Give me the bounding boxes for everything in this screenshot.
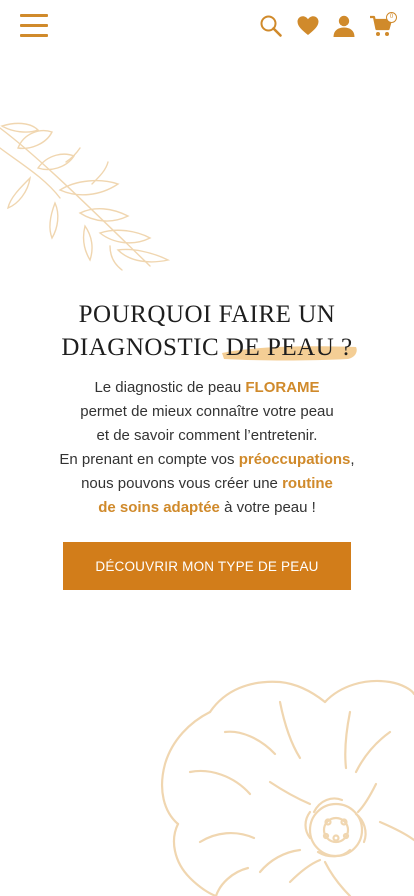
brand-name: FLORAME — [245, 379, 320, 396]
routine-highlight-2: de soins adaptée — [98, 499, 220, 516]
title-line-2-end: DE PEAU ? — [225, 334, 353, 361]
header: 0 — [0, 0, 414, 56]
user-icon[interactable] — [332, 14, 356, 38]
search-icon[interactable] — [259, 14, 283, 38]
title-line-1: POURQUOI FAIRE UN — [78, 301, 336, 328]
cart-count-badge: 0 — [386, 12, 397, 23]
title-highlight: DE PEAU ? — [221, 331, 357, 364]
discover-skin-type-button[interactable]: DÉCOUVRIR MON TYPE DE PEAU — [63, 542, 351, 590]
desc-line-5: nous pouvons vous créer une routine — [81, 475, 333, 492]
branch-illustration — [0, 122, 171, 271]
desc-line-6: de soins adaptée à votre peau ! — [98, 499, 316, 516]
routine-highlight: routine — [282, 475, 333, 492]
heart-icon[interactable] — [296, 14, 320, 38]
description: Le diagnostic de peau FLORAME permet de … — [20, 376, 394, 520]
desc-line-1: Le diagnostic de peau FLORAME — [94, 379, 320, 396]
desc-line-2: permet de mieux connaître votre peau — [80, 403, 334, 420]
concerns-highlight: préoccupations — [238, 451, 351, 468]
flower-illustration — [161, 679, 414, 896]
page-title: POURQUOI FAIRE UN DIAGNOSTIC DE PEAU ? — [0, 298, 414, 364]
desc-line-4: En prenant en compte vos préoccupations, — [59, 451, 355, 468]
desc-line-3: et de savoir comment l’entretenir. — [96, 427, 318, 444]
title-line-2-start: DIAGNOSTIC — [61, 334, 220, 361]
menu-icon[interactable] — [18, 12, 50, 40]
